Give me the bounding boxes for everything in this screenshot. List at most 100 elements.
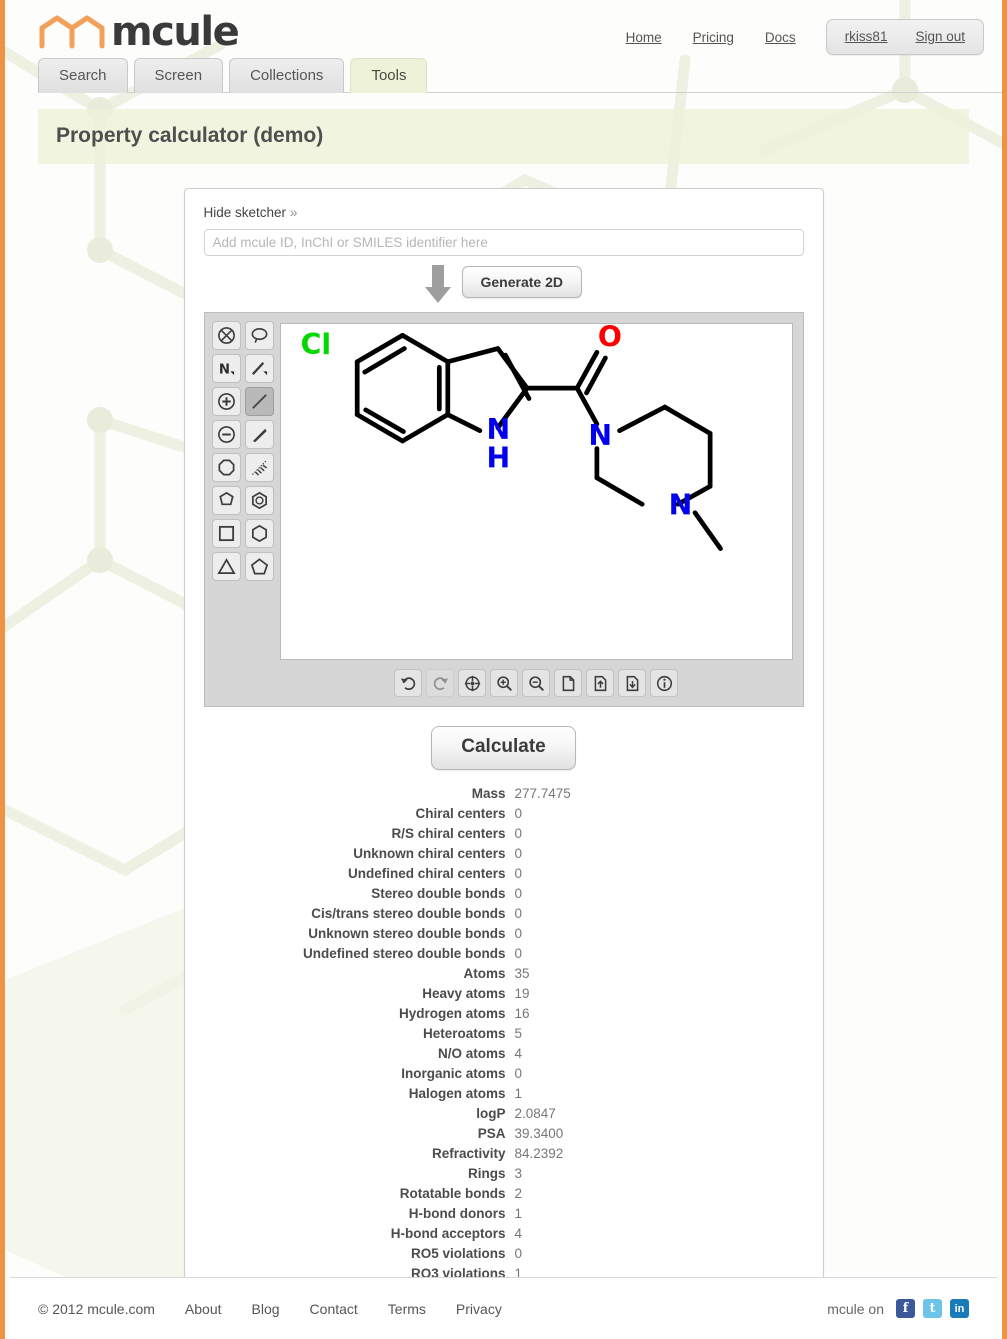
table-row: Heavy atoms19 xyxy=(204,984,804,1004)
zoom-in-icon[interactable] xyxy=(490,669,518,697)
result-value: 4 xyxy=(515,1044,523,1064)
ring-cyclooctane-tool-icon[interactable] xyxy=(212,453,241,482)
ring-cyclopentane-tool-icon[interactable] xyxy=(245,552,274,581)
username-link[interactable]: rkiss81 xyxy=(845,29,888,44)
atom-label-h: H xyxy=(486,441,510,474)
atom-nitrogen-tool-icon[interactable]: N xyxy=(212,354,241,383)
tab-search[interactable]: Search xyxy=(38,58,128,93)
result-label: RO5 violations xyxy=(204,1244,515,1264)
table-row: Rotatable bonds2 xyxy=(204,1184,804,1204)
nav-link-docs[interactable]: Docs xyxy=(765,30,796,45)
charge-plus-tool-icon[interactable] xyxy=(212,387,241,416)
tab-screen[interactable]: Screen xyxy=(134,58,224,93)
site-footer: © 2012 mcule.com About Blog Contact Term… xyxy=(10,1277,997,1339)
result-label: Unknown chiral centers xyxy=(204,844,515,864)
nav-link-home[interactable]: Home xyxy=(626,30,662,45)
footer-link-privacy[interactable]: Privacy xyxy=(456,1301,502,1317)
tab-collections[interactable]: Collections xyxy=(229,58,344,93)
tab-tools[interactable]: Tools xyxy=(350,58,427,93)
result-label: logP xyxy=(204,1104,515,1124)
footer-link-terms[interactable]: Terms xyxy=(388,1301,426,1317)
result-value: 0 xyxy=(515,804,523,824)
footer-link-blog[interactable]: Blog xyxy=(252,1301,280,1317)
page-content: mcule Home Pricing Docs rkiss81 Sign out… xyxy=(5,0,1002,1307)
property-calculator-panel: Hide sketcher » Generate 2D xyxy=(184,188,824,1307)
result-label: H-bond acceptors xyxy=(204,1224,515,1244)
result-label: Refractivity xyxy=(204,1144,515,1164)
table-row: H-bond donors1 xyxy=(204,1204,804,1224)
undo-icon[interactable] xyxy=(394,669,422,697)
result-label: Heteroatoms xyxy=(204,1024,515,1044)
sign-out-link[interactable]: Sign out xyxy=(915,29,965,44)
footer-link-about[interactable]: About xyxy=(185,1301,222,1317)
result-label: PSA xyxy=(204,1124,515,1144)
result-value: 0 xyxy=(515,944,523,964)
ring-cycloheptane-tool-icon[interactable] xyxy=(212,486,241,515)
atom-label-n-pip1: N xyxy=(588,419,612,452)
table-row: logP2.0847 xyxy=(204,1104,804,1124)
chain-tool-icon[interactable] xyxy=(245,453,274,482)
twitter-icon[interactable]: t xyxy=(923,1299,942,1318)
table-row: N/O atoms4 xyxy=(204,1044,804,1064)
erase-tool-icon[interactable] xyxy=(212,321,241,350)
result-label: H-bond donors xyxy=(204,1204,515,1224)
fit-to-screen-icon[interactable] xyxy=(458,669,486,697)
result-value: 5 xyxy=(515,1024,523,1044)
footer-links: About Blog Contact Terms Privacy xyxy=(185,1301,502,1317)
double-chevron-right-icon: » xyxy=(290,205,298,220)
result-value: 0 xyxy=(515,924,523,944)
ring-cyclohexane-tool-icon[interactable] xyxy=(245,519,274,548)
result-value: 39.3400 xyxy=(515,1124,564,1144)
import-file-icon[interactable] xyxy=(586,669,614,697)
main-tabbar: Search Screen Collections Tools xyxy=(38,57,1002,93)
user-account-box: rkiss81 Sign out xyxy=(826,19,984,55)
facebook-icon[interactable]: f xyxy=(896,1299,915,1318)
result-value: 1 xyxy=(515,1204,523,1224)
table-row: PSA39.3400 xyxy=(204,1124,804,1144)
search-input[interactable] xyxy=(204,229,804,256)
table-row: Hydrogen atoms16 xyxy=(204,1004,804,1024)
result-value: 2.0847 xyxy=(515,1104,556,1124)
table-row: Cis/trans stereo double bonds0 xyxy=(204,904,804,924)
result-value: 4 xyxy=(515,1224,523,1244)
result-label: Inorganic atoms xyxy=(204,1064,515,1084)
sketcher-canvas[interactable]: Cl O N H N N xyxy=(280,323,793,660)
redo-icon[interactable] xyxy=(426,669,454,697)
charge-minus-tool-icon[interactable] xyxy=(212,420,241,449)
mcule-logo[interactable]: mcule xyxy=(38,10,218,54)
result-label: Chiral centers xyxy=(204,804,515,824)
table-row: RO5 violations0 xyxy=(204,1244,804,1264)
hide-sketcher-label: Hide sketcher xyxy=(204,205,287,220)
footer-link-contact[interactable]: Contact xyxy=(310,1301,358,1317)
info-icon[interactable] xyxy=(650,669,678,697)
results-table: Mass277.7475 Chiral centers0 R/S chiral … xyxy=(204,784,804,1284)
zoom-out-icon[interactable] xyxy=(522,669,550,697)
social-links: mcule on f t in xyxy=(827,1299,969,1318)
result-value: 0 xyxy=(515,904,523,924)
table-row: Chiral centers0 xyxy=(204,804,804,824)
result-label: Hydrogen atoms xyxy=(204,1004,515,1024)
ring-cyclopropane-tool-icon[interactable] xyxy=(212,552,241,581)
bold-bond-tool-icon[interactable] xyxy=(245,420,274,449)
lasso-select-tool-icon[interactable] xyxy=(245,321,274,350)
export-file-icon[interactable] xyxy=(618,669,646,697)
table-row: Unknown chiral centers0 xyxy=(204,844,804,864)
calculate-button[interactable]: Calculate xyxy=(431,726,575,770)
ring-cyclobutane-tool-icon[interactable] xyxy=(212,519,241,548)
logo-wordmark: mcule xyxy=(111,12,238,52)
table-row: Atoms35 xyxy=(204,964,804,984)
linkedin-icon[interactable]: in xyxy=(950,1299,969,1318)
result-value: 1 xyxy=(515,1084,523,1104)
bond-wedge-tool-icon[interactable] xyxy=(245,354,274,383)
result-label: Halogen atoms xyxy=(204,1084,515,1104)
sketcher-tool-palette: N xyxy=(205,313,280,706)
ring-aromatic-tool-icon[interactable] xyxy=(245,486,274,515)
table-row: Mass277.7475 xyxy=(204,784,804,804)
new-file-icon[interactable] xyxy=(554,669,582,697)
table-row: Rings3 xyxy=(204,1164,804,1184)
single-bond-tool-icon[interactable] xyxy=(245,387,274,416)
hide-sketcher-toggle[interactable]: Hide sketcher » xyxy=(204,205,804,220)
generate-2d-button[interactable]: Generate 2D xyxy=(462,266,582,298)
result-value: 0 xyxy=(515,884,523,904)
nav-link-pricing[interactable]: Pricing xyxy=(693,30,734,45)
